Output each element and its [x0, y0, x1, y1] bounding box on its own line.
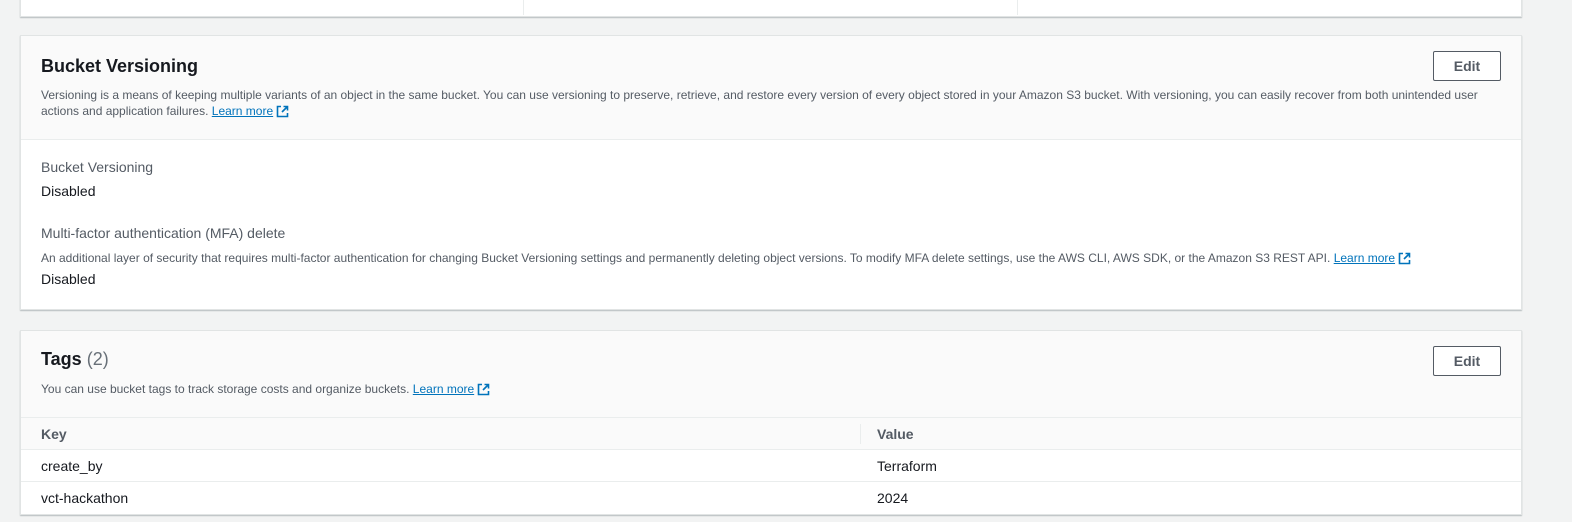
mfa-description-text: An additional layer of security that req… [41, 251, 1331, 265]
external-link-icon[interactable] [276, 105, 289, 122]
tags-title: Tags (2) [41, 349, 109, 370]
table-row: create_by Terraform [21, 450, 1521, 482]
mfa-delete-label: Multi-factor authentication (MFA) delete [41, 225, 286, 241]
bucket-versioning-header: Bucket Versioning Edit Versioning is a m… [21, 36, 1521, 140]
bucket-versioning-card: Bucket Versioning Edit Versioning is a m… [20, 35, 1522, 310]
column-header-value: Value [877, 426, 914, 442]
versioning-status-value: Disabled [41, 183, 96, 199]
column-resizer[interactable] [860, 424, 861, 444]
edit-versioning-button[interactable]: Edit [1433, 51, 1501, 81]
versioning-learn-more-link[interactable]: Learn more [212, 104, 273, 118]
external-link-icon[interactable] [1398, 252, 1411, 268]
edit-tags-button[interactable]: Edit [1433, 346, 1501, 376]
table-row: vct-hackathon 2024 [21, 482, 1521, 513]
previous-section-card [20, 0, 1522, 17]
column-divider [1017, 0, 1018, 15]
tags-learn-more-link[interactable]: Learn more [413, 382, 474, 396]
mfa-learn-more-link[interactable]: Learn more [1334, 251, 1395, 265]
tags-description-text: You can use bucket tags to track storage… [41, 382, 410, 396]
column-divider [523, 0, 524, 15]
mfa-delete-value: Disabled [41, 271, 96, 287]
tag-key-cell: vct-hackathon [41, 490, 129, 506]
tags-table-header: Key Value [21, 418, 1521, 450]
external-link-icon[interactable] [477, 383, 490, 400]
bucket-versioning-title: Bucket Versioning [41, 56, 199, 76]
bucket-versioning-description: Versioning is a means of keeping multipl… [41, 87, 1491, 122]
tag-key-cell: create_by [41, 458, 103, 474]
column-header-key: Key [41, 426, 67, 442]
tags-title-text: Tags [41, 349, 82, 369]
tag-value-cell: 2024 [877, 490, 909, 506]
versioning-status-label: Bucket Versioning [41, 159, 154, 175]
tags-header: Tags (2) Edit You can use bucket tags to… [21, 331, 1521, 418]
mfa-delete-description: An additional layer of security that req… [41, 251, 1411, 268]
tags-count: (2) [86, 349, 109, 369]
tag-value-cell: Terraform [877, 458, 937, 474]
tags-description: You can use bucket tags to track storage… [41, 381, 1491, 400]
tags-card: Tags (2) Edit You can use bucket tags to… [20, 330, 1522, 515]
